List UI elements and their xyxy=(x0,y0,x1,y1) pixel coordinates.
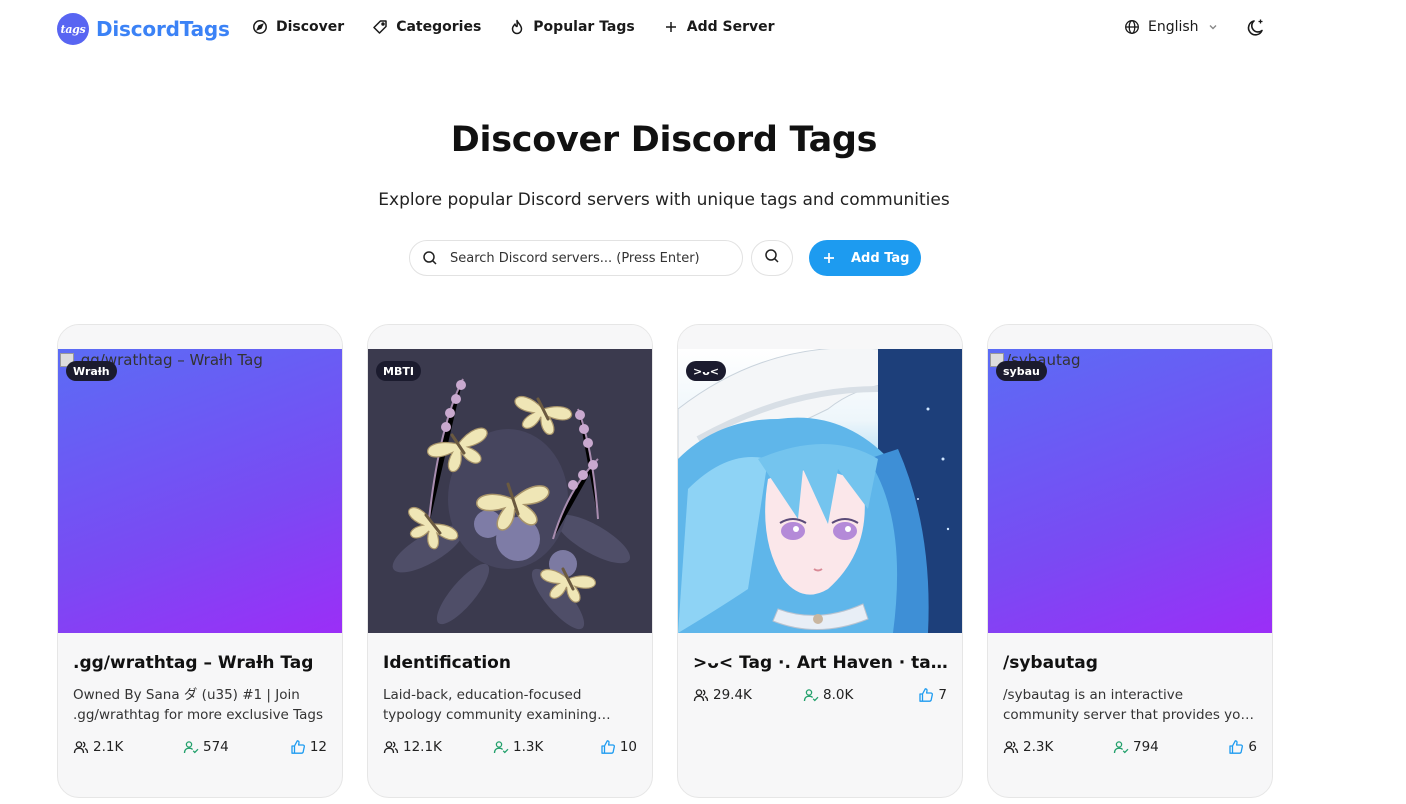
online-count: 574 xyxy=(183,739,229,755)
server-image: .gg/wrathtag – Wraƚh Tag Wraƚh xyxy=(58,349,342,633)
online-count: 794 xyxy=(1113,739,1159,755)
server-card[interactable]: MBTI Identification Laid-back, education… xyxy=(367,324,653,798)
tag-badge: >ᴗ< xyxy=(686,361,726,381)
moon-icon xyxy=(1245,17,1267,43)
server-stats: 29.4K 8.0K 7 xyxy=(693,686,947,704)
nav-categories[interactable]: Categories xyxy=(372,19,481,35)
brand-logo[interactable]: tags DiscordTags xyxy=(57,13,230,45)
users-icon xyxy=(73,739,89,755)
nav-discover[interactable]: Discover xyxy=(252,19,344,35)
nav-add-server-label: Add Server xyxy=(686,19,775,35)
users-icon xyxy=(1003,739,1019,755)
search-icon xyxy=(764,248,780,268)
nav-popular-tags-label: Popular Tags xyxy=(533,19,635,35)
anime-girl-illustration xyxy=(678,349,962,633)
compass-icon xyxy=(252,19,268,35)
top-navbar: tags DiscordTags Discover Categories Pop… xyxy=(0,0,1406,60)
server-image: /sybautag sybau xyxy=(988,349,1272,633)
server-description: Owned By Sana ダ (u35) #1 | Join .gg/wrat… xyxy=(73,687,324,723)
tag-icon xyxy=(372,19,388,35)
chevron-down-icon xyxy=(1207,21,1219,33)
online-count: 8.0K xyxy=(803,687,853,703)
server-stats: 2.3K 794 6 xyxy=(1003,738,1257,756)
butterflies-illustration xyxy=(392,378,631,630)
server-image: MBTI xyxy=(368,349,652,633)
nav-add-server[interactable]: Add Server xyxy=(663,19,775,35)
users-icon xyxy=(693,687,709,703)
like-count[interactable]: 6 xyxy=(1228,739,1257,755)
thumbs-up-icon xyxy=(290,739,306,755)
server-card[interactable]: /sybautag sybau /sybautag /sybautag is a… xyxy=(987,324,1273,798)
member-count: 12.1K xyxy=(383,739,442,755)
server-image: >ᴗ< xyxy=(678,349,962,633)
nav-categories-label: Categories xyxy=(396,19,482,35)
like-count[interactable]: 7 xyxy=(918,687,947,703)
member-count: 2.3K xyxy=(1003,739,1053,755)
user-check-icon xyxy=(803,687,819,703)
add-tag-label: Add Tag xyxy=(851,250,910,266)
member-count: 29.4K xyxy=(693,687,752,703)
server-title: /sybautag xyxy=(1003,653,1098,673)
server-title: Identification xyxy=(383,653,511,673)
brand-name: DiscordTags xyxy=(96,17,230,41)
thumbs-up-icon xyxy=(1228,739,1244,755)
user-check-icon xyxy=(493,739,509,755)
tag-badge: sybau xyxy=(996,361,1047,381)
member-count: 2.1K xyxy=(73,739,123,755)
language-selector[interactable]: English xyxy=(1124,19,1219,35)
user-check-icon xyxy=(1113,739,1129,755)
plus-icon xyxy=(663,19,679,35)
thumbs-up-icon xyxy=(918,687,934,703)
page-title: Discover Discord Tags xyxy=(450,120,878,160)
like-count[interactable]: 12 xyxy=(290,739,327,755)
server-description: Laid-back, education-focused typology co… xyxy=(383,687,598,723)
search-bar[interactable] xyxy=(409,240,743,276)
server-title: .gg/wrathtag – Wraƚh Tag xyxy=(73,653,314,673)
like-count[interactable]: 10 xyxy=(600,739,637,755)
plus-icon xyxy=(821,250,837,266)
server-stats: 2.1K 574 12 xyxy=(73,738,327,756)
flame-icon xyxy=(509,19,525,35)
online-count: 1.3K xyxy=(493,739,543,755)
page-subtitle: Explore popular Discord servers with uni… xyxy=(378,190,950,210)
server-card[interactable]: >ᴗ< >ᴗ< Tag ·. Art Haven · tag server 29… xyxy=(677,324,963,798)
search-icon xyxy=(422,250,438,266)
logo-badge-icon: tags xyxy=(57,13,89,45)
language-label: English xyxy=(1148,19,1199,35)
server-description: /sybautag is an interactive community se… xyxy=(1003,687,1249,723)
server-stats: 12.1K 1.3K 10 xyxy=(383,738,637,756)
main-nav: Discover Categories Popular Tags Add Ser… xyxy=(252,19,803,35)
nav-discover-label: Discover xyxy=(276,19,345,35)
users-icon xyxy=(383,739,399,755)
theme-toggle-button[interactable] xyxy=(1244,18,1268,42)
nav-popular-tags[interactable]: Popular Tags xyxy=(509,19,635,35)
server-card[interactable]: .gg/wrathtag – Wraƚh Tag Wraƚh .gg/wrath… xyxy=(57,324,343,798)
tag-badge: MBTI xyxy=(376,361,421,381)
server-title: >ᴗ< Tag ·. Art Haven · tag server xyxy=(693,653,949,673)
thumbs-up-icon xyxy=(600,739,616,755)
search-input[interactable] xyxy=(450,250,730,266)
search-button[interactable] xyxy=(751,240,793,276)
globe-icon xyxy=(1124,19,1140,35)
user-check-icon xyxy=(183,739,199,755)
add-tag-button[interactable]: Add Tag xyxy=(809,240,921,276)
tag-badge: Wraƚh xyxy=(66,361,117,381)
